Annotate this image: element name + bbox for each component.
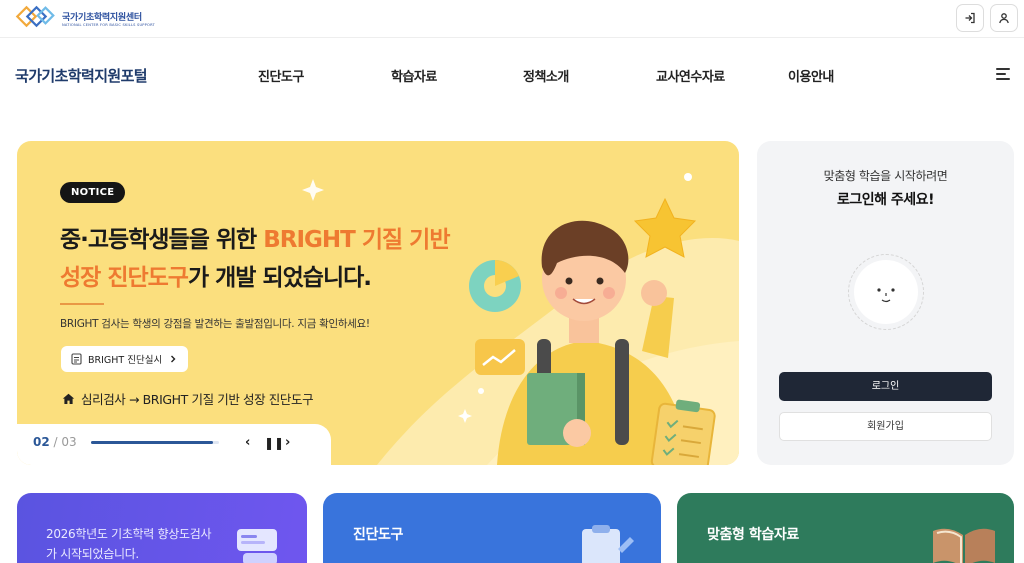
logo-mark-icon	[15, 5, 55, 28]
card-diagnostic-title: 진단도구	[353, 527, 403, 543]
open-book-icon	[933, 528, 995, 563]
chevron-right-icon	[171, 355, 176, 363]
headline-line1-a: 중·고등학생들을 위한	[60, 227, 264, 253]
logo-subtitle: NATIONAL CENTER FOR BASIC SKILLS SUPPORT	[62, 22, 155, 27]
hero-background-wave	[302, 173, 739, 465]
headline-line2-b: 가 개발 되었습니다.	[187, 265, 372, 291]
login-button[interactable]: 로그인	[779, 372, 992, 401]
home-icon	[62, 393, 75, 404]
slide-total: / 03	[53, 435, 77, 449]
test-cards-icon	[237, 529, 277, 563]
smiley-face-icon	[877, 288, 895, 303]
bright-diagnosis-button[interactable]: BRIGHT 진단실시	[61, 346, 189, 372]
clipboard-pen-icon	[582, 525, 634, 563]
headline-line1-b: BRIGHT 기질 기반	[263, 227, 450, 253]
main-navigation: 국가기초학력지원포털 진단도구 학습자료 정책소개 교사연수자료 이용안내	[0, 39, 1024, 111]
hamburger-icon[interactable]	[996, 68, 1010, 80]
signup-button[interactable]: 회원가입	[779, 412, 992, 441]
slide-progress-bar	[91, 441, 219, 444]
nav-item-learning-materials[interactable]: 학습자료	[391, 66, 437, 85]
card-custom-materials[interactable]: 맞춤형 학습자료	[677, 493, 1014, 563]
chevron-left-icon[interactable]: ‹	[245, 435, 250, 450]
login-title: 로그인해 주세요!	[837, 192, 934, 208]
nav-item-policy[interactable]: 정책소개	[523, 66, 569, 85]
slide-current: 02	[33, 435, 50, 449]
pause-icon[interactable]: ❚❚	[264, 436, 284, 450]
slide-progress-fill	[91, 441, 213, 444]
user-icon-button[interactable]	[990, 4, 1018, 32]
nav-item-guide[interactable]: 이용안내	[788, 66, 834, 85]
notice-badge: NOTICE	[60, 182, 126, 203]
document-icon	[71, 353, 82, 365]
headline-divider	[60, 303, 104, 305]
login-panel: 맞춤형 학습을 시작하려면 로그인해 주세요! 로그인 회원가입	[757, 141, 1014, 465]
card-improvement-line1: 2026학년도 기초학력 향상도검사	[46, 527, 212, 541]
card-materials-title: 맞춤형 학습자료	[707, 527, 799, 543]
breadcrumb-text: 심리검사 → BRIGHT 기질 기반 성장 진단도구	[81, 392, 314, 407]
login-subtitle: 맞춤형 학습을 시작하려면	[823, 169, 948, 183]
cta-label: BRIGHT 진단실시	[88, 355, 163, 366]
avatar	[848, 254, 924, 330]
site-logo[interactable]: 국가기초학력지원센터 NATIONAL CENTER FOR BASIC SKI…	[14, 4, 155, 32]
login-icon	[965, 12, 975, 24]
hero-description: BRIGHT 검사는 학생의 강점을 발견하는 출발점입니다. 지금 확인하세요…	[60, 318, 370, 330]
slide-counter: 02 / 03	[33, 435, 77, 449]
hero-breadcrumb[interactable]: 심리검사 → BRIGHT 기질 기반 성장 진단도구	[62, 389, 314, 408]
nav-item-diagnostic-tools[interactable]: 진단도구	[258, 66, 304, 85]
hero-banner: NOTICE 중·고등학생들을 위한 BRIGHT 기질 기반 성장 진단도구가…	[17, 141, 739, 465]
portal-brand[interactable]: 국가기초학력지원포털	[15, 65, 148, 86]
card-improvement-text: 2026학년도 기초학력 향상도검사 가 시작되었습니다.	[46, 524, 212, 563]
chevron-right-icon[interactable]: ›	[285, 435, 290, 450]
hero-headline: 중·고등학생들을 위한 BRIGHT 기질 기반 성장 진단도구가 개발 되었습…	[60, 221, 450, 297]
nav-item-teacher-training[interactable]: 교사연수자료	[656, 66, 725, 85]
logo-title: 국가기초학력지원센터	[62, 12, 142, 23]
card-diagnostic-tools[interactable]: 진단도구	[323, 493, 661, 563]
slide-pager: 02 / 03 ‹ ❚❚ ›	[17, 424, 331, 465]
card-improvement-line2: 가 시작되었습니다.	[46, 547, 139, 561]
login-icon-button[interactable]	[956, 4, 984, 32]
card-improvement-test[interactable]: 2026학년도 기초학력 향상도검사 가 시작되었습니다.	[17, 493, 307, 563]
top-utility-bar: 국가기초학력지원센터 NATIONAL CENTER FOR BASIC SKI…	[0, 0, 1024, 38]
user-icon	[999, 13, 1009, 24]
headline-line2-a: 성장 진단도구	[60, 265, 189, 291]
